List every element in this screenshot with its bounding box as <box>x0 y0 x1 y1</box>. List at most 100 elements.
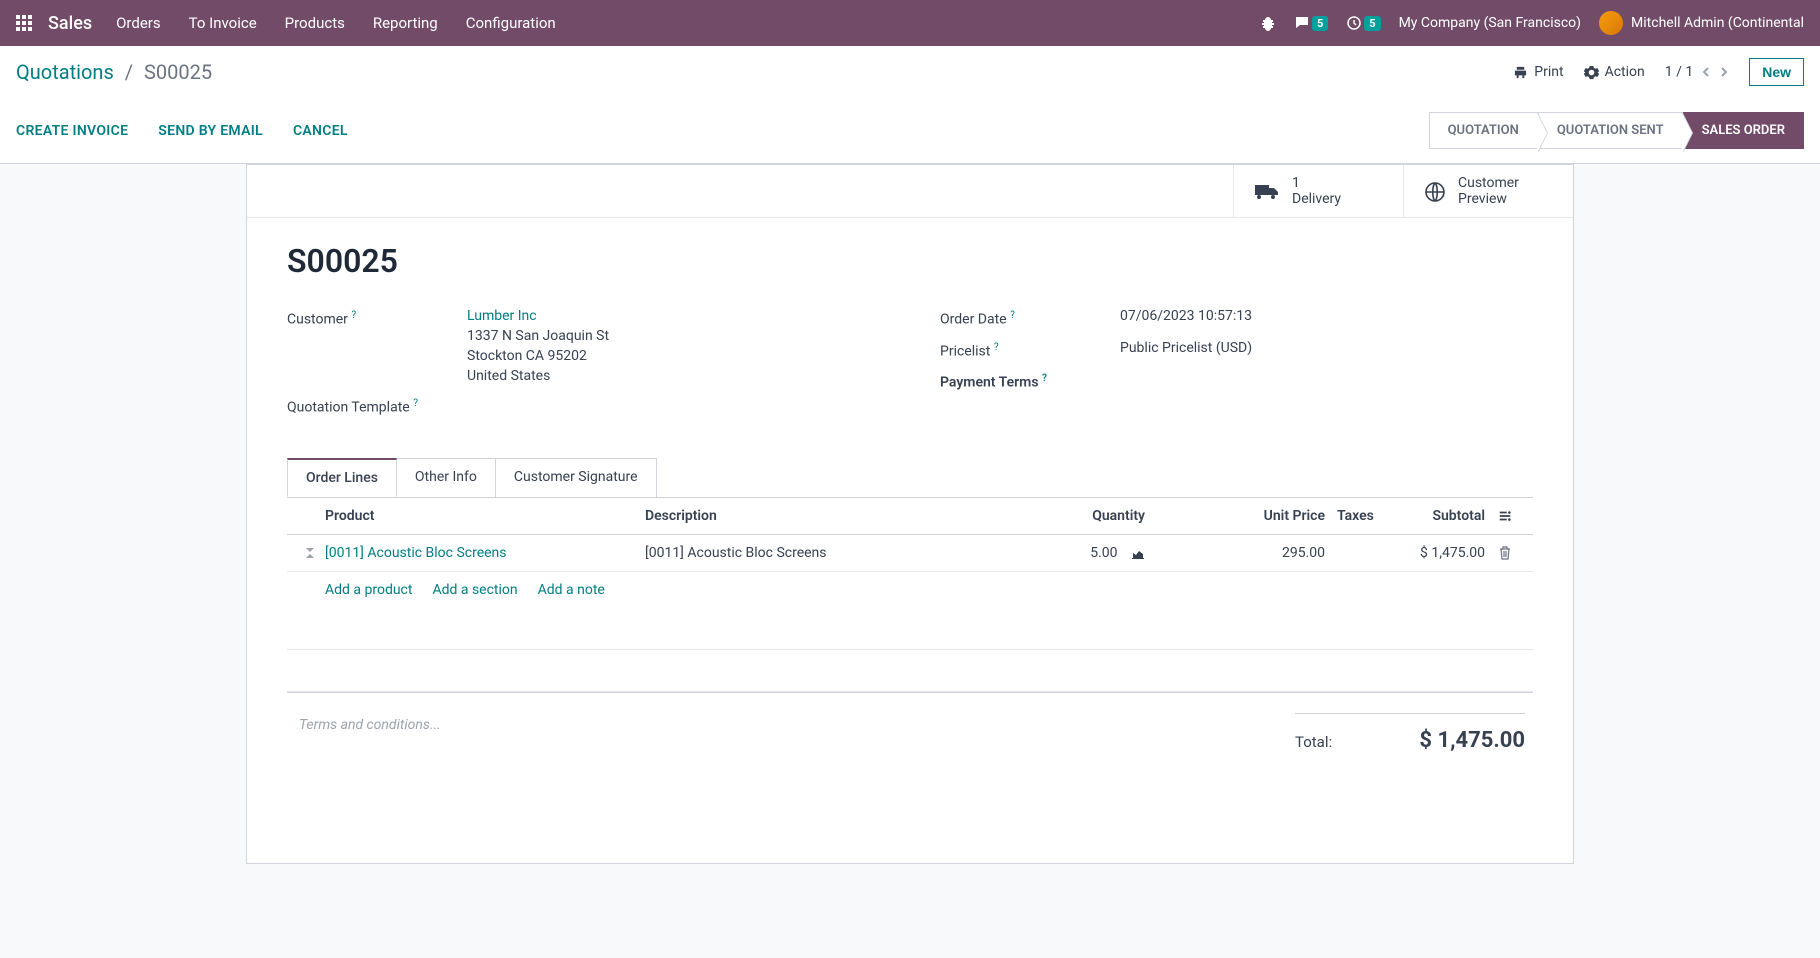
chevron-left-icon <box>1701 66 1711 78</box>
total-value: $ 1,475.00 <box>1419 728 1525 753</box>
col-product[interactable]: Product <box>325 508 645 524</box>
pricelist-value[interactable]: Public Pricelist (USD) <box>1120 340 1533 360</box>
grid-header: Product Description Quantity Unit Price … <box>287 498 1533 535</box>
action-bar: CREATE INVOICE SEND BY EMAIL CANCEL QUOT… <box>0 98 1820 164</box>
help-icon[interactable]: ? <box>351 310 356 321</box>
truck-icon <box>1254 179 1280 204</box>
activity-badge: 5 <box>1364 16 1380 31</box>
sheet-footer: Terms and conditions... Total: $ 1,475.0… <box>287 693 1533 753</box>
customer-label: Customer ? <box>287 308 467 384</box>
apps-icon[interactable] <box>16 15 32 31</box>
customer-link[interactable]: Lumber Inc <box>467 308 537 324</box>
add-section-link[interactable]: Add a section <box>432 582 517 598</box>
app-name[interactable]: Sales <box>48 13 92 34</box>
breadcrumb: Quotations / S00025 <box>16 60 212 84</box>
print-icon <box>1513 65 1528 80</box>
col-taxes[interactable]: Taxes <box>1325 508 1415 524</box>
nav-to-invoice[interactable]: To Invoice <box>189 14 257 32</box>
blank-row <box>287 608 1533 650</box>
company-switcher[interactable]: My Company (San Francisco) <box>1399 15 1581 31</box>
status-quotation[interactable]: QUOTATION <box>1429 112 1538 149</box>
delete-row-icon[interactable] <box>1485 545 1525 561</box>
globe-icon <box>1424 179 1446 204</box>
nav-orders[interactable]: Orders <box>116 14 161 32</box>
form-sheet: 1 Delivery Customer Preview S00025 C <box>246 164 1574 864</box>
status-quotation-sent[interactable]: QUOTATION SENT <box>1538 112 1683 149</box>
breadcrumb-current: S00025 <box>144 60 212 84</box>
terms-input[interactable]: Terms and conditions... <box>295 713 1295 737</box>
breadcrumb-parent[interactable]: Quotations <box>16 60 114 84</box>
pricelist-label: Pricelist ? <box>940 340 1120 360</box>
nav-menu: Orders To Invoice Products Reporting Con… <box>116 14 556 32</box>
addr-line-2: Stockton CA 95202 <box>467 348 880 364</box>
nav-configuration[interactable]: Configuration <box>466 14 556 32</box>
col-unit-price[interactable]: Unit Price <box>1145 508 1325 524</box>
grid-options-icon[interactable] <box>1485 508 1525 524</box>
avatar-icon <box>1599 11 1623 35</box>
send-email-button[interactable]: SEND BY EMAIL <box>158 123 263 139</box>
delivery-count: 1 <box>1292 175 1341 191</box>
nav-reporting[interactable]: Reporting <box>373 14 438 32</box>
tabs: Order Lines Other Info Customer Signatur… <box>287 458 1533 497</box>
new-button[interactable]: New <box>1749 58 1804 86</box>
total-label: Total: <box>1295 733 1332 751</box>
col-quantity[interactable]: Quantity <box>1005 508 1145 524</box>
pager: 1 / 1 <box>1665 64 1729 80</box>
totals: Total: $ 1,475.00 <box>1295 713 1525 753</box>
status-sales-order[interactable]: SALES ORDER <box>1683 112 1804 149</box>
action-button[interactable]: Action <box>1584 64 1645 80</box>
customer-preview-button[interactable]: Customer Preview <box>1403 165 1573 217</box>
cell-subtotal: $ 1,475.00 <box>1415 545 1485 561</box>
gear-icon <box>1584 65 1599 80</box>
grid-add-row: Add a product Add a section Add a note <box>287 572 1533 608</box>
top-nav: Sales Orders To Invoice Products Reporti… <box>0 0 1820 46</box>
chat-badge: 5 <box>1312 16 1328 31</box>
user-menu[interactable]: Mitchell Admin (Continental <box>1599 11 1804 35</box>
cancel-button[interactable]: CANCEL <box>293 123 348 139</box>
order-date-label: Order Date ? <box>940 308 1120 328</box>
pager-text[interactable]: 1 / 1 <box>1665 64 1693 80</box>
print-button[interactable]: Print <box>1513 64 1563 80</box>
tab-order-lines[interactable]: Order Lines <box>287 458 397 497</box>
help-icon[interactable]: ? <box>1010 310 1015 321</box>
product-link[interactable]: [0011] Acoustic Bloc Screens <box>325 545 507 561</box>
activity-icon[interactable]: 5 <box>1346 15 1380 31</box>
add-product-link[interactable]: Add a product <box>325 582 412 598</box>
help-icon[interactable]: ? <box>1042 373 1047 384</box>
user-name: Mitchell Admin (Continental <box>1631 15 1804 31</box>
col-description[interactable]: Description <box>645 508 1005 524</box>
addr-line-3: United States <box>467 368 880 384</box>
debug-icon[interactable] <box>1260 15 1276 31</box>
preview-top: Customer <box>1458 175 1519 191</box>
drag-handle-icon[interactable] <box>295 545 325 561</box>
status-bar: QUOTATION QUOTATION SENT SALES ORDER <box>1429 112 1804 149</box>
template-value[interactable] <box>467 396 880 416</box>
chart-icon[interactable] <box>1131 545 1145 561</box>
order-lines-grid: Product Description Quantity Unit Price … <box>287 497 1533 693</box>
tab-other-info[interactable]: Other Info <box>396 458 496 497</box>
add-note-link[interactable]: Add a note <box>538 582 605 598</box>
cell-quantity[interactable]: 5.00 <box>1005 545 1145 561</box>
delivery-stat-button[interactable]: 1 Delivery <box>1233 165 1403 217</box>
chat-icon[interactable]: 5 <box>1294 15 1328 31</box>
help-icon[interactable]: ? <box>994 342 999 353</box>
table-row[interactable]: [0011] Acoustic Bloc Screens [0011] Acou… <box>287 535 1533 572</box>
payment-terms-value[interactable] <box>1120 371 1533 391</box>
order-date-value[interactable]: 07/06/2023 10:57:13 <box>1120 308 1533 328</box>
help-icon[interactable]: ? <box>413 398 418 409</box>
cell-unit-price[interactable]: 295.00 <box>1145 545 1325 561</box>
pager-next[interactable] <box>1719 64 1729 80</box>
tab-customer-signature[interactable]: Customer Signature <box>495 458 657 497</box>
breadcrumb-sep: / <box>125 60 133 84</box>
record-title: S00025 <box>287 242 1533 280</box>
stat-buttons: 1 Delivery Customer Preview <box>247 165 1573 218</box>
create-invoice-button[interactable]: CREATE INVOICE <box>16 123 128 139</box>
nav-products[interactable]: Products <box>285 14 345 32</box>
cell-description[interactable]: [0011] Acoustic Bloc Screens <box>645 545 1005 561</box>
payment-terms-label: Payment Terms ? <box>940 371 1120 391</box>
delivery-label: Delivery <box>1292 191 1341 207</box>
col-subtotal[interactable]: Subtotal <box>1415 508 1485 524</box>
template-label: Quotation Template ? <box>287 396 467 416</box>
pager-prev[interactable] <box>1701 64 1711 80</box>
chevron-right-icon <box>1719 66 1729 78</box>
